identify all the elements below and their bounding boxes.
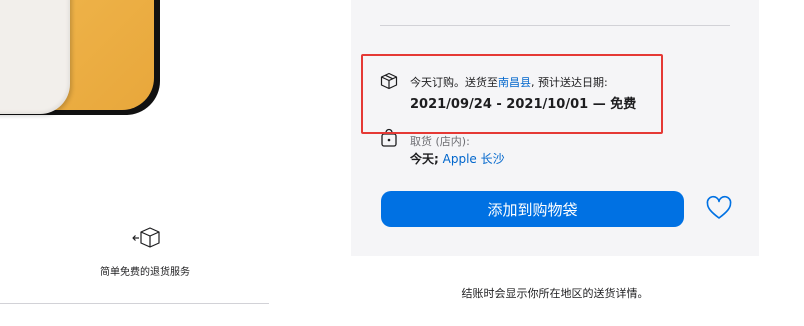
pickup-info: 今天; Apple 长沙: [410, 150, 505, 167]
checkout-note: 结账时会显示你所在地区的送货详情。: [461, 287, 649, 300]
return-box-icon: [132, 227, 160, 248]
pickup-label: 取货 (店内):: [410, 135, 470, 148]
return-service-label: 简单免费的退货服务: [100, 267, 190, 278]
phone-white-finish: [0, 0, 70, 114]
left-divider: [0, 303, 269, 304]
panel-divider: [380, 25, 730, 26]
product-image: [0, 0, 270, 135]
pickup-store-link[interactable]: Apple 长沙: [443, 152, 505, 166]
add-to-bag-button[interactable]: 添加到购物袋: [381, 191, 684, 227]
delivery-highlight-box: [361, 54, 663, 134]
pickup-day: 今天;: [410, 152, 439, 166]
heart-icon[interactable]: [705, 195, 733, 221]
